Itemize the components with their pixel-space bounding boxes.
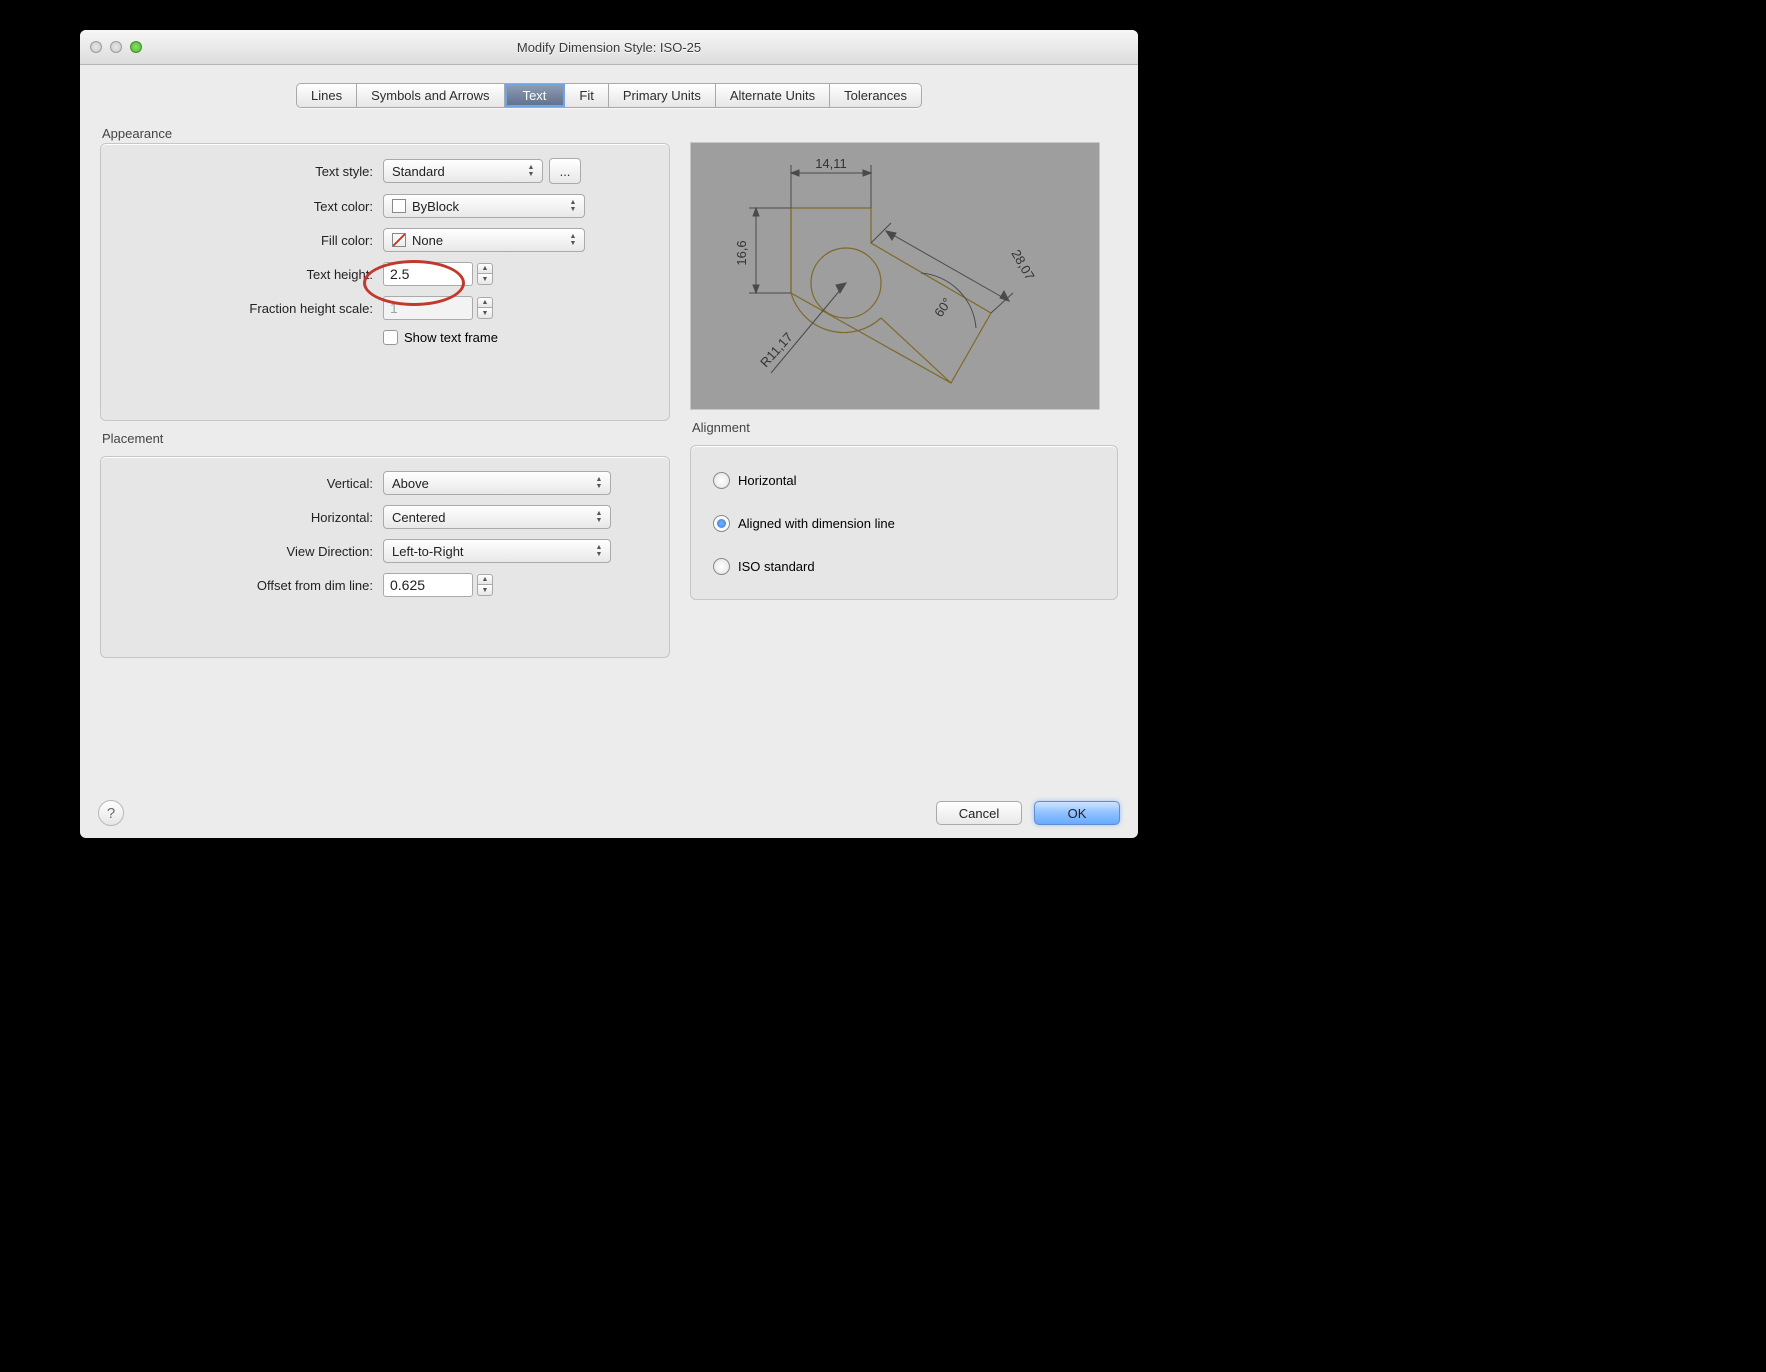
vertical-popup[interactable]: Above ▲▼ <box>383 471 611 495</box>
tab-primary-units[interactable]: Primary Units <box>609 84 716 107</box>
tab-strip: Lines Symbols and Arrows Text Fit Primar… <box>296 83 922 108</box>
text-style-label: Text style: <box>117 164 383 179</box>
alignment-aligned-label: Aligned with dimension line <box>738 516 895 531</box>
appearance-heading: Appearance <box>100 122 670 143</box>
alignment-heading: Alignment <box>690 416 1118 437</box>
preview-dim-left: 16,6 <box>734 240 749 265</box>
none-swatch-icon <box>392 233 406 247</box>
offset-label: Offset from dim line: <box>117 578 383 593</box>
alignment-horizontal-radio[interactable] <box>713 472 730 489</box>
text-style-value: Standard <box>392 164 445 179</box>
appearance-group: Text style: Standard ▲▼ ... Text color: <box>100 143 670 421</box>
show-text-frame-label: Show text frame <box>404 330 498 345</box>
preview-dim-angle: 60° <box>931 295 955 320</box>
view-direction-popup[interactable]: Left-to-Right ▲▼ <box>383 539 611 563</box>
text-color-popup[interactable]: ByBlock ▲▼ <box>383 194 585 218</box>
fraction-scale-label: Fraction height scale: <box>117 301 383 316</box>
offset-input[interactable] <box>383 573 473 597</box>
dimension-preview: 14,11 16,6 28,07 60° R11,17 <box>690 142 1100 410</box>
tab-tolerances[interactable]: Tolerances <box>830 84 921 107</box>
text-height-stepper[interactable]: ▲ ▼ <box>477 263 493 285</box>
window-title: Modify Dimension Style: ISO-25 <box>80 40 1138 55</box>
horizontal-value: Centered <box>392 510 445 525</box>
traffic-lights <box>90 41 142 53</box>
text-color-value: ByBlock <box>412 199 459 214</box>
view-direction-value: Left-to-Right <box>392 544 464 559</box>
stepper-down-icon[interactable]: ▼ <box>477 274 493 285</box>
popup-arrows-icon: ▲▼ <box>524 162 538 180</box>
minimize-window-button[interactable] <box>110 41 122 53</box>
text-style-more-button[interactable]: ... <box>549 158 581 184</box>
help-button[interactable]: ? <box>98 800 124 826</box>
alignment-iso-label: ISO standard <box>738 559 815 574</box>
tab-fit[interactable]: Fit <box>565 84 608 107</box>
popup-arrows-icon: ▲▼ <box>566 231 580 249</box>
vertical-value: Above <box>392 476 429 491</box>
view-direction-label: View Direction: <box>117 544 383 559</box>
dialog-window: Modify Dimension Style: ISO-25 Lines Sym… <box>80 30 1138 838</box>
ok-button[interactable]: OK <box>1034 801 1120 825</box>
stepper-up-icon[interactable]: ▲ <box>477 263 493 274</box>
alignment-aligned-radio[interactable] <box>713 515 730 532</box>
offset-stepper[interactable]: ▲ ▼ <box>477 574 493 596</box>
titlebar: Modify Dimension Style: ISO-25 <box>80 30 1138 65</box>
stepper-down-icon[interactable]: ▼ <box>477 308 493 319</box>
alignment-group: Horizontal Aligned with dimension line I… <box>690 445 1118 600</box>
horizontal-label: Horizontal: <box>117 510 383 525</box>
fraction-scale-input <box>383 296 473 320</box>
text-height-label: Text height: <box>117 267 383 282</box>
fill-color-value: None <box>412 233 443 248</box>
placement-heading: Placement <box>100 427 670 448</box>
stepper-up-icon[interactable]: ▲ <box>477 574 493 585</box>
popup-arrows-icon: ▲▼ <box>592 474 606 492</box>
horizontal-popup[interactable]: Centered ▲▼ <box>383 505 611 529</box>
alignment-iso-radio[interactable] <box>713 558 730 575</box>
preview-dim-diag: 28,07 <box>1008 247 1037 283</box>
fraction-scale-stepper[interactable]: ▲ ▼ <box>477 297 493 319</box>
text-style-popup[interactable]: Standard ▲▼ <box>383 159 543 183</box>
close-window-button[interactable] <box>90 41 102 53</box>
fill-color-label: Fill color: <box>117 233 383 248</box>
zoom-window-button[interactable] <box>130 41 142 53</box>
popup-arrows-icon: ▲▼ <box>592 542 606 560</box>
text-height-input[interactable] <box>383 262 473 286</box>
byblock-swatch-icon <box>392 199 406 213</box>
stepper-up-icon[interactable]: ▲ <box>477 297 493 308</box>
stepper-down-icon[interactable]: ▼ <box>477 585 493 596</box>
tab-alternate-units[interactable]: Alternate Units <box>716 84 830 107</box>
tab-symbols-arrows[interactable]: Symbols and Arrows <box>357 84 505 107</box>
cancel-button[interactable]: Cancel <box>936 801 1022 825</box>
tab-lines[interactable]: Lines <box>297 84 357 107</box>
popup-arrows-icon: ▲▼ <box>592 508 606 526</box>
fill-color-popup[interactable]: None ▲▼ <box>383 228 585 252</box>
tab-bar: Lines Symbols and Arrows Text Fit Primar… <box>80 83 1138 108</box>
text-color-label: Text color: <box>117 199 383 214</box>
preview-dim-top: 14,11 <box>815 156 847 171</box>
tab-text[interactable]: Text <box>505 84 566 107</box>
placement-group: Vertical: Above ▲▼ Horizontal: Centered … <box>100 456 670 658</box>
alignment-horizontal-label: Horizontal <box>738 473 797 488</box>
vertical-label: Vertical: <box>117 476 383 491</box>
bottom-bar: ? Cancel OK <box>80 788 1138 838</box>
show-text-frame-checkbox[interactable] <box>383 330 398 345</box>
popup-arrows-icon: ▲▼ <box>566 197 580 215</box>
